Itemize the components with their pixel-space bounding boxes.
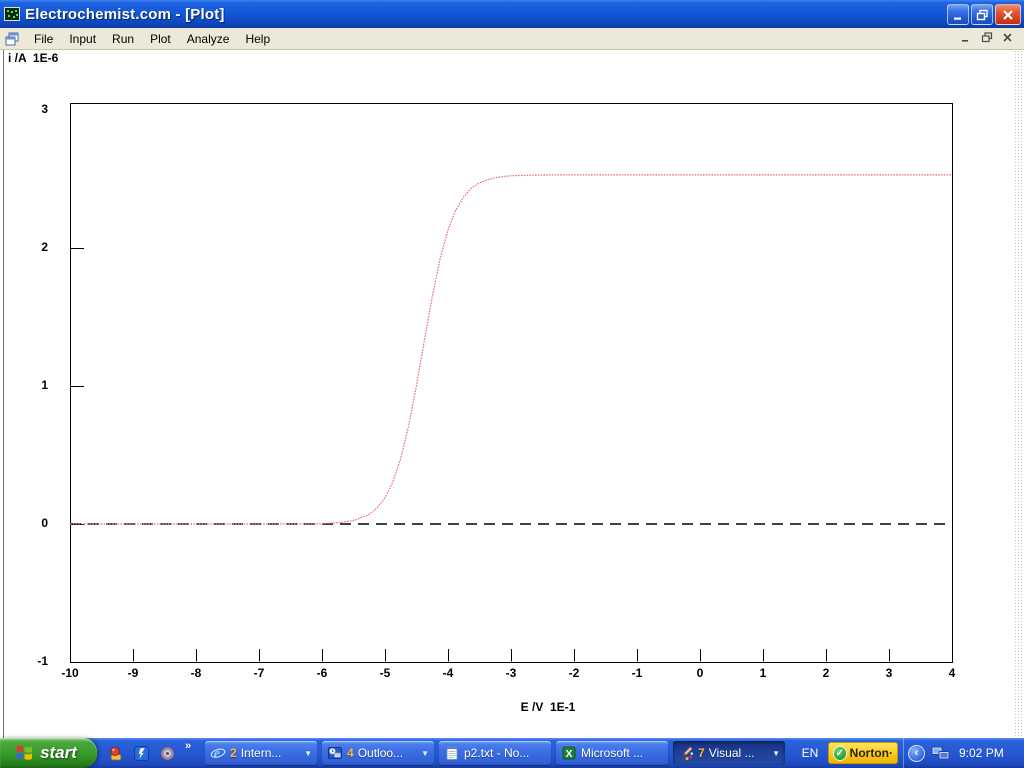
x-tick-label: 1 bbox=[746, 666, 780, 680]
quicklaunch-icon-purple[interactable] bbox=[159, 745, 176, 762]
window-count: 4 bbox=[347, 746, 354, 760]
taskbar-button-label: Visual ... bbox=[709, 746, 755, 760]
network-tray-icon[interactable] bbox=[931, 745, 951, 762]
norton-label: Norton· bbox=[850, 746, 893, 760]
x-tick-label: -2 bbox=[557, 666, 591, 680]
menu-bar: File Input Run Plot Analyze Help bbox=[0, 28, 1024, 50]
x-tick-label: -6 bbox=[305, 666, 339, 680]
app-icon[interactable] bbox=[4, 6, 20, 22]
menu-analyze[interactable]: Analyze bbox=[179, 30, 238, 48]
mdi-close-button[interactable] bbox=[999, 30, 1016, 45]
quicklaunch-icon-blue[interactable] bbox=[133, 745, 150, 762]
taskbar-button-label: p2.txt - No... bbox=[464, 746, 529, 760]
x-tick-label: -3 bbox=[494, 666, 528, 680]
close-button[interactable] bbox=[995, 4, 1021, 25]
taskbar-button-label: Outloo... bbox=[358, 746, 403, 760]
menu-run[interactable]: Run bbox=[104, 30, 142, 48]
mdi-restore-icon bbox=[981, 32, 993, 43]
mdi-close-icon bbox=[1002, 32, 1013, 43]
taskbar-button-outlook[interactable]: 4 Outloo... ▼ bbox=[322, 741, 434, 765]
y-tick-label: 2 bbox=[14, 240, 48, 254]
plot-client-area: i /A 1E-6 E /V 1E-1 -10-9-8-7-6-5-4-3-2-… bbox=[0, 50, 1024, 738]
taskbar-button-internet-explorer[interactable]: e 2 Intern... ▼ bbox=[205, 741, 317, 765]
close-icon bbox=[1002, 9, 1014, 21]
start-label: start bbox=[40, 743, 83, 763]
client-left-border bbox=[3, 50, 4, 738]
x-axis-label: E /V 1E-1 bbox=[488, 700, 608, 714]
group-dropdown-arrow[interactable]: ▼ bbox=[772, 749, 780, 758]
menu-input[interactable]: Input bbox=[61, 30, 104, 48]
group-dropdown-arrow[interactable]: ▼ bbox=[421, 749, 429, 758]
taskbar: start » e 2 bbox=[0, 738, 1024, 768]
x-tick-label: 3 bbox=[872, 666, 906, 680]
x-tick-label: -8 bbox=[179, 666, 213, 680]
taskbar-button-notepad[interactable]: p2.txt - No... bbox=[439, 741, 551, 765]
quicklaunch-overflow-chevron[interactable]: » bbox=[185, 740, 191, 752]
mdi-minimize-icon bbox=[960, 32, 971, 43]
windows-flag-icon bbox=[14, 743, 35, 763]
quicklaunch-icon-red[interactable] bbox=[107, 745, 124, 762]
x-tick-label: 0 bbox=[683, 666, 717, 680]
voltammogram-current bbox=[70, 175, 952, 524]
minimize-icon bbox=[952, 9, 964, 21]
restore-button[interactable] bbox=[971, 4, 993, 25]
menu-plot[interactable]: Plot bbox=[142, 30, 179, 48]
menu-file[interactable]: File bbox=[26, 30, 61, 48]
restore-icon bbox=[976, 9, 989, 21]
paintbrush-icon bbox=[678, 745, 694, 761]
notepad-icon bbox=[444, 745, 460, 761]
svg-text:e: e bbox=[214, 747, 220, 762]
internet-explorer-icon: e bbox=[210, 745, 226, 761]
y-tick-label: 3 bbox=[14, 102, 48, 116]
taskbar-button-label: Microsoft ... bbox=[581, 746, 643, 760]
system-tray: ‹ 9:02 PM bbox=[903, 738, 1024, 768]
quick-launch-bar: » bbox=[102, 738, 202, 768]
x-tick-label: -4 bbox=[431, 666, 465, 680]
menu-help[interactable]: Help bbox=[237, 30, 278, 48]
minimize-button[interactable] bbox=[947, 4, 969, 25]
taskbar-clock: 9:02 PM bbox=[959, 746, 1004, 760]
x-tick-label: 4 bbox=[935, 666, 969, 680]
taskbar-button-label: Intern... bbox=[241, 746, 282, 760]
plot-border bbox=[71, 104, 953, 663]
y-tick-label: 1 bbox=[14, 378, 48, 392]
plot-canvas bbox=[0, 50, 1024, 738]
language-indicator[interactable]: EN bbox=[796, 744, 824, 762]
mdi-child-icon[interactable] bbox=[4, 31, 20, 47]
group-dropdown-arrow[interactable]: ▼ bbox=[304, 749, 312, 758]
client-right-border bbox=[1014, 50, 1024, 738]
window-count: 2 bbox=[230, 746, 237, 760]
x-tick-label: -9 bbox=[116, 666, 150, 680]
x-tick-label: 2 bbox=[809, 666, 843, 680]
taskbar-button-excel[interactable]: X Microsoft ... bbox=[556, 741, 668, 765]
x-tick-label: -7 bbox=[242, 666, 276, 680]
y-tick-label: 0 bbox=[14, 516, 48, 530]
x-tick-label: -10 bbox=[53, 666, 87, 680]
x-tick-label: -1 bbox=[620, 666, 654, 680]
y-tick-label: -1 bbox=[14, 654, 48, 668]
y-axis-label: i /A 1E-6 bbox=[8, 51, 58, 65]
norton-badge[interactable]: ✓ Norton· bbox=[828, 742, 898, 764]
desktop-screen: Electrochemist.com - [Plot] bbox=[0, 0, 1024, 768]
taskbar-button-visual-active[interactable]: 7 Visual ... ▼ bbox=[673, 741, 785, 765]
title-bar: Electrochemist.com - [Plot] bbox=[0, 0, 1024, 28]
outlook-icon bbox=[327, 745, 343, 761]
mdi-restore-button[interactable] bbox=[978, 30, 995, 45]
svg-text:X: X bbox=[565, 748, 572, 760]
excel-icon: X bbox=[561, 745, 577, 761]
norton-check-icon: ✓ bbox=[833, 746, 847, 761]
window-title: Electrochemist.com - [Plot] bbox=[25, 6, 225, 23]
tray-collapse-chevron-icon[interactable]: ‹ bbox=[908, 745, 925, 762]
start-button[interactable]: start bbox=[0, 738, 97, 768]
x-tick-label: -5 bbox=[368, 666, 402, 680]
window-count: 7 bbox=[698, 746, 705, 760]
mdi-minimize-button[interactable] bbox=[957, 30, 974, 45]
